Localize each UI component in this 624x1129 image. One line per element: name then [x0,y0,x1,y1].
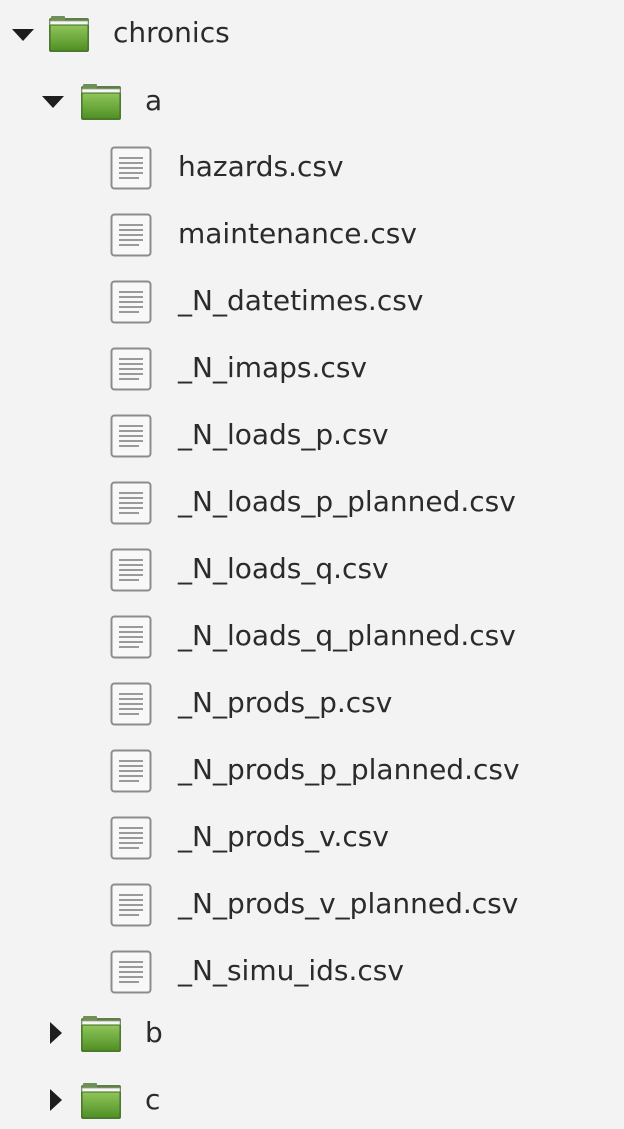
tree-item-file[interactable]: _N_prods_v_planned.csv [0,877,624,933]
tree-item-file[interactable]: _N_loads_p.csv [0,408,624,464]
text-file-icon [110,950,152,994]
folder-icon [80,1015,122,1053]
expand-arrow-icon[interactable] [12,29,34,41]
file-label: _N_loads_p_planned.csv [178,485,516,518]
tree-item-file[interactable]: hazards.csv [0,140,624,196]
expand-arrow-icon[interactable] [42,96,64,108]
file-tree: chronics a hazards.csv maintenance.csv _… [0,0,624,1122]
tree-item-file[interactable]: _N_datetimes.csv [0,274,624,330]
file-label: _N_prods_p.csv [178,686,393,719]
folder-icon [80,1082,122,1120]
tree-item-file[interactable]: _N_imaps.csv [0,341,624,397]
tree-node-label: a [145,84,163,117]
tree-node-folder-b[interactable]: b [0,1006,624,1062]
tree-item-file[interactable]: _N_prods_p.csv [0,676,624,732]
tree-node-folder-c[interactable]: c [0,1073,624,1129]
tree-item-file[interactable]: _N_loads_q.csv [0,542,624,598]
file-label: _N_prods_v_planned.csv [178,887,519,920]
tree-item-file[interactable]: maintenance.csv [0,207,624,263]
text-file-icon [110,615,152,659]
file-label: _N_loads_q_planned.csv [178,619,516,652]
tree-node-label: b [145,1016,163,1049]
text-file-icon [110,414,152,458]
tree-node-label: chronics [113,16,230,49]
tree-item-file[interactable]: _N_prods_p_planned.csv [0,743,624,799]
file-label: _N_prods_v.csv [178,820,389,853]
file-label: _N_simu_ids.csv [178,954,404,987]
tree-item-file[interactable]: _N_simu_ids.csv [0,944,624,1000]
text-file-icon [110,548,152,592]
file-label: maintenance.csv [178,217,417,250]
text-file-icon [110,481,152,525]
file-label: _N_imaps.csv [178,351,367,384]
tree-item-file[interactable]: _N_loads_q_planned.csv [0,609,624,665]
tree-item-file[interactable]: _N_prods_v.csv [0,810,624,866]
text-file-icon [110,816,152,860]
text-file-icon [110,213,152,257]
tree-node-chronics[interactable]: chronics [0,6,624,62]
text-file-icon [110,883,152,927]
tree-node-label: c [145,1083,161,1116]
file-label: _N_loads_p.csv [178,418,389,451]
folder-icon [48,15,90,53]
text-file-icon [110,749,152,793]
text-file-icon [110,682,152,726]
text-file-icon [110,280,152,324]
file-label: _N_datetimes.csv [178,284,424,317]
tree-item-file[interactable]: _N_loads_p_planned.csv [0,475,624,531]
file-label: _N_prods_p_planned.csv [178,753,520,786]
folder-icon [80,83,122,121]
expand-arrow-icon[interactable] [50,1022,62,1044]
file-label: _N_loads_q.csv [178,552,389,585]
text-file-icon [110,146,152,190]
tree-node-folder-a[interactable]: a [0,74,624,130]
expand-arrow-icon[interactable] [50,1089,62,1111]
text-file-icon [110,347,152,391]
file-label: hazards.csv [178,150,344,183]
